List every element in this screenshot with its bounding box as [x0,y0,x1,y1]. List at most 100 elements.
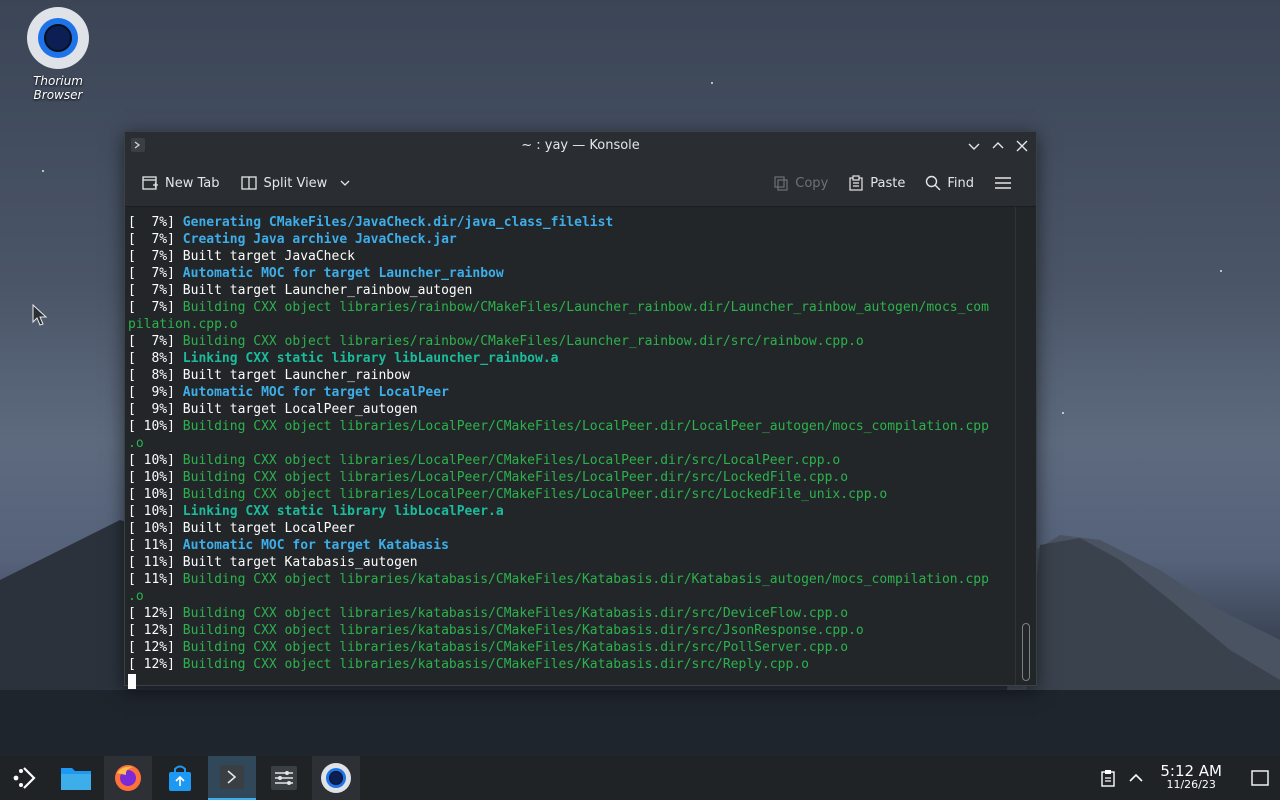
terminal-line-text: pilation.cpp.o [128,317,238,332]
show-desktop-icon [1251,770,1269,786]
scrollbar[interactable] [1015,207,1036,685]
terminal-line: [ 8%] Linking CXX static library libLaun… [128,350,1015,367]
clipboard-tray-button[interactable] [1094,769,1122,787]
terminal-line: [ 12%] Building CXX object libraries/kat… [128,622,1015,639]
scrollbar-thumb[interactable] [1022,623,1030,681]
terminal-line-progress: [ 10%] [128,419,183,434]
find-button[interactable]: Find [919,171,980,195]
application-launcher-button[interactable] [0,756,48,800]
terminal-line: [ 7%] Creating Java archive JavaCheck.ja… [128,231,1015,248]
terminal-line-progress: [ 10%] [128,453,183,468]
terminal-line: pilation.cpp.o [128,316,1015,333]
terminal-line-progress: [ 11%] [128,572,183,587]
taskbar-file-manager[interactable] [52,756,100,800]
digital-clock[interactable]: 5:12 AM 11/26/23 [1160,764,1222,792]
system-tray: 5:12 AM 11/26/23 [1094,756,1280,800]
taskbar-konsole[interactable] [208,756,256,800]
launcher-icon [13,767,36,789]
paste-button[interactable]: Paste [842,171,911,195]
taskbar-system-settings[interactable] [260,756,308,800]
terminal-line: [ 10%] Built target LocalPeer [128,520,1015,537]
chevron-up-icon [992,142,1004,149]
paste-icon [849,175,863,191]
taskbar-firefox[interactable] [104,756,152,800]
terminal-line-progress: [ 12%] [128,606,183,621]
terminal-line-text: .o [128,436,144,451]
tray-expand-button[interactable] [1122,773,1150,783]
star [1220,270,1222,272]
close-button[interactable] [1014,132,1030,160]
terminal-line: [ 12%] Building CXX object libraries/kat… [128,639,1015,656]
terminal-line: [ 10%] Building CXX object libraries/Loc… [128,469,1015,486]
star [711,82,713,84]
clock-date: 11/26/23 [1166,778,1216,791]
terminal-line-progress: [ 10%] [128,504,183,519]
terminal-line-text: Creating Java archive JavaCheck.jar [182,232,457,247]
terminal-line-text: Built target Launcher_rainbow_autogen [182,283,473,298]
chevron-up-icon [1129,773,1143,782]
terminal-line-progress: [ 7%] [128,232,183,247]
split-view-icon [240,176,257,190]
terminal-line: [ 8%] Built target Launcher_rainbow [128,367,1015,384]
terminal-line-progress: [ 10%] [128,470,183,485]
terminal-line: [ 7%] Built target JavaCheck [128,248,1015,265]
terminal-line-text: Building CXX object libraries/katabasis/… [182,623,864,638]
konsole-app-icon[interactable] [131,138,145,152]
terminal-line-text: Building CXX object libraries/katabasis/… [182,606,849,621]
terminal-line-progress: [ 12%] [128,657,183,672]
show-desktop-button[interactable] [1240,770,1280,786]
store-bag-icon [169,765,191,791]
desktop-icon-thorium[interactable]: Thorium Browser [8,6,108,102]
terminal-line: [ 10%] Building CXX object libraries/Loc… [128,452,1015,469]
terminal-line-text: Building CXX object libraries/katabasis/… [182,657,809,672]
terminal-output[interactable]: [ 7%] Generating CMakeFiles/JavaCheck.di… [125,207,1015,689]
terminal-line: [ 9%] Automatic MOC for target LocalPeer [128,384,1015,401]
terminal-line-text: Built target LocalPeer_autogen [182,402,418,417]
new-tab-button[interactable]: New Tab [135,170,226,196]
terminal-line-text: Building CXX object libraries/rainbow/CM… [182,334,864,349]
terminal-line-progress: [ 8%] [128,368,183,383]
clipboard-icon [1101,770,1116,787]
terminal-line-text: Automatic MOC for target Katabasis [182,538,449,553]
copy-icon [774,176,788,191]
terminal-line-text: Building CXX object libraries/LocalPeer/… [182,453,841,468]
titlebar[interactable]: ~ : yay — Konsole [125,132,1036,160]
terminal-line: [ 7%] Building CXX object libraries/rain… [128,299,1015,316]
taskbar: 5:12 AM 11/26/23 [0,756,1280,800]
terminal-prompt[interactable] [128,673,1015,690]
copy-button[interactable]: Copy [767,171,834,195]
minimize-button[interactable] [966,132,982,160]
search-icon [926,175,941,191]
taskbar-discover[interactable] [156,756,204,800]
desktop-icon-label: Thorium Browser [33,74,83,102]
terminal-line: [ 12%] Building CXX object libraries/kat… [128,605,1015,622]
terminal-icon [220,765,244,789]
terminal-line-text: Building CXX object libraries/katabasis/… [182,572,989,587]
terminal-line-progress: [ 7%] [128,215,183,230]
mouse-cursor-icon [32,304,48,326]
terminal-line-progress: [ 10%] [128,487,183,502]
terminal-line-text: .o [128,589,144,604]
terminal-line-progress: [ 12%] [128,640,183,655]
chevron-down-icon[interactable] [339,177,351,189]
terminal-line-progress: [ 9%] [128,402,183,417]
hamburger-menu-button[interactable] [988,171,1018,195]
konsole-window[interactable]: ~ : yay — Konsole New Tab Split View Cop… [124,131,1037,689]
paste-label: Paste [870,175,906,191]
terminal-line-progress: [ 7%] [128,283,183,298]
taskbar-thorium[interactable] [312,756,360,800]
hamburger-menu-icon [995,177,1011,189]
maximize-button[interactable] [990,132,1006,160]
terminal-line-text: Built target Launcher_rainbow [182,368,410,383]
terminal-line: [ 11%] Building CXX object libraries/kat… [128,571,1015,588]
split-view-button[interactable]: Split View [234,170,358,196]
folder-icon [61,768,91,790]
terminal-line-text: Building CXX object libraries/LocalPeer/… [182,419,989,434]
new-tab-label: New Tab [165,175,220,191]
toolbar: New Tab Split View Copy Paste Find [125,160,1036,207]
star [42,170,44,172]
terminal-line-progress: [ 11%] [128,555,183,570]
terminal-line: [ 10%] Building CXX object libraries/Loc… [128,486,1015,503]
terminal-line: [ 7%] Built target Launcher_rainbow_auto… [128,282,1015,299]
find-label: Find [947,175,974,191]
